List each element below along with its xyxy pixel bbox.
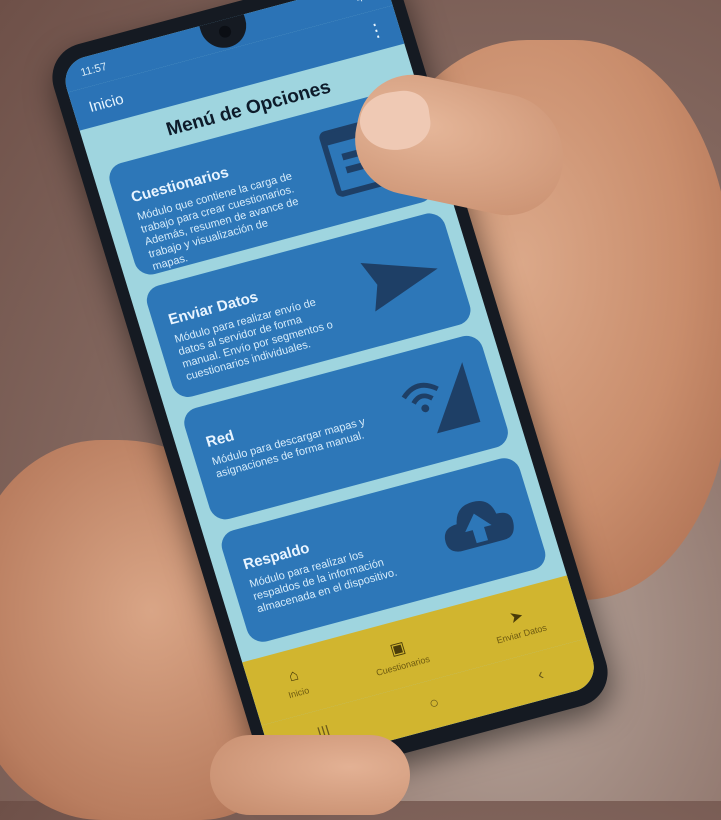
nav-item-cuestionarios[interactable]: ▣ Cuestionarios [368,631,431,678]
more-vertical-icon[interactable]: ⋮ [365,19,387,43]
send-icon [360,263,438,312]
form-icon: ▣ [387,638,408,659]
back-icon[interactable]: ‹ [536,666,546,685]
nav-label: Inicio [287,684,311,700]
cloud-upload-icon [444,500,514,552]
nav-label: Enviar Datos [495,622,548,646]
status-time: 11:57 [79,60,109,80]
status-right: 4G [355,0,373,5]
send-icon: ➤ [507,606,526,627]
front-camera-icon [217,24,233,39]
home-circle-icon[interactable]: ○ [427,694,442,714]
network-signal-icon [401,362,481,434]
left-thumb [210,735,410,815]
home-icon: ⌂ [286,666,301,685]
nav-item-inicio[interactable]: ⌂ Inicio [281,665,310,700]
nav-item-enviar-datos[interactable]: ➤ Enviar Datos [488,600,548,646]
app-title: Inicio [86,90,126,116]
